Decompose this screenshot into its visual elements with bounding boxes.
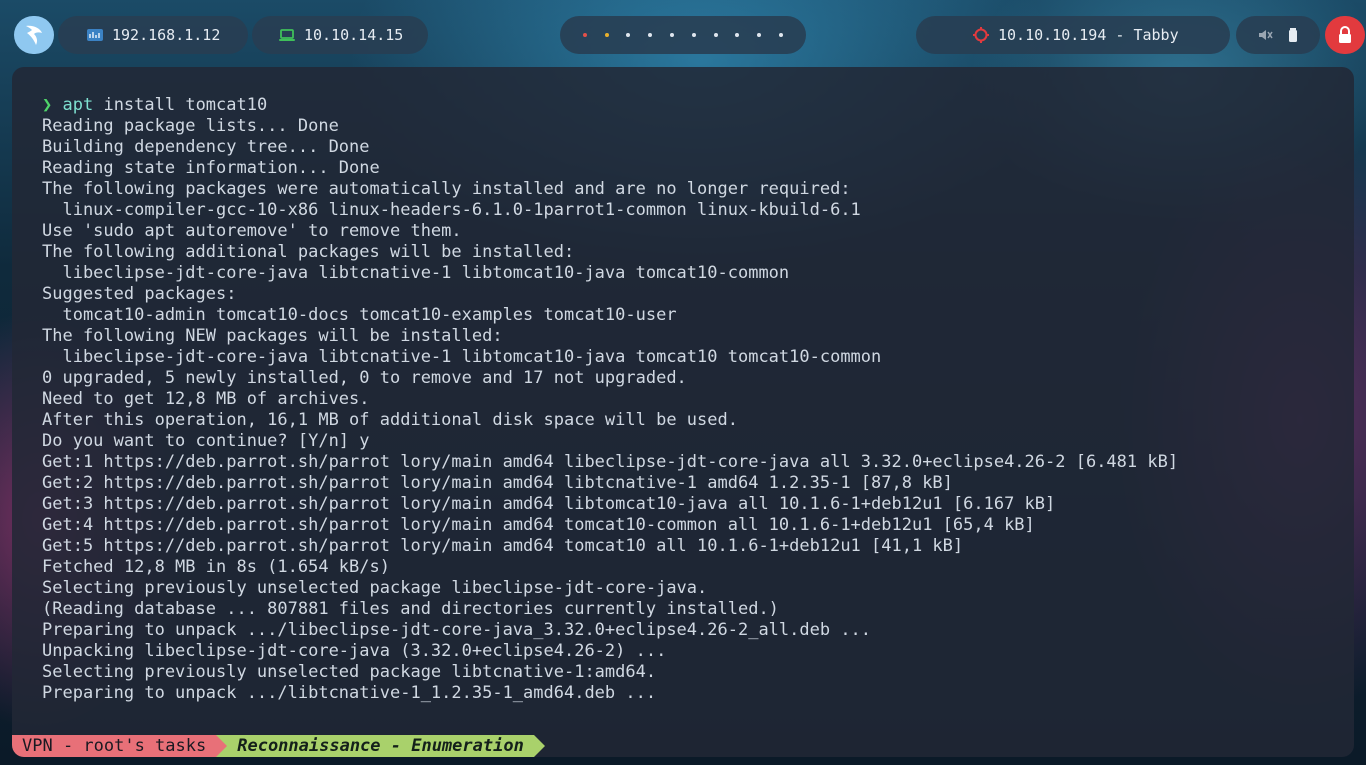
output-line: Selecting previously unselected package … [42,662,657,682]
prompt-line: ❯ apt install tomcat10 [42,95,1344,116]
output-line: Get:2 https://deb.parrot.sh/parrot lory/… [42,473,953,493]
output-line: Reading state information... Done [42,158,380,178]
output-line: linux-compiler-gcc-10-x86 linux-headers-… [42,200,861,220]
window-segment: Reconnaissance - Enumeration [227,735,534,757]
lock-icon [1339,26,1351,43]
output-line: (Reading database ... 807881 files and d… [42,599,779,619]
terminal-window[interactable]: ❯ apt install tomcat10 Reading package l… [12,67,1354,757]
output-line: Unpacking libeclipse-jdt-core-java (3.32… [42,641,667,661]
segment-end-icon [533,735,545,757]
output-line: Reading package lists... Done [42,116,339,136]
output-line: The following NEW packages will be insta… [42,326,503,346]
vpn-ip-widget[interactable]: 192.168.1.12 [58,16,248,54]
workspace-switcher[interactable] [560,16,806,54]
tmux-status-line: VPN - root's tasks Reconnaissance - Enum… [12,735,545,757]
output-line: Get:4 https://deb.parrot.sh/parrot lory/… [42,515,1035,535]
workspace-dot-9[interactable] [757,33,762,37]
output-line: Preparing to unpack .../libtcnative-1_1.… [42,683,657,703]
laptop-icon [279,29,295,41]
output-line: Fetched 12,8 MB in 8s (1.654 kB/s) [42,557,390,577]
workspace-dot-10[interactable] [779,33,784,37]
tun-ip-text: 10.10.14.15 [304,26,404,44]
workspace-dot-6[interactable] [691,33,696,37]
network-icon [87,29,103,41]
prompt-arrow-icon: ❯ [42,95,53,115]
tun-ip-widget[interactable]: 10.10.14.15 [252,16,428,54]
command-name: apt [62,95,94,115]
output-line: 0 upgraded, 5 newly installed, 0 to remo… [42,368,687,388]
battery-icon[interactable] [1287,27,1299,43]
target-widget[interactable]: 10.10.10.194 - Tabby [916,16,1230,54]
output-line: Do you want to continue? [Y/n] y [42,431,370,451]
command-args: install tomcat10 [93,95,268,115]
tray-widget[interactable] [1236,16,1320,54]
vpn-ip-text: 192.168.1.12 [112,26,221,44]
parrot-logo-icon [26,25,42,45]
output-line: Suggested packages: [42,284,237,304]
target-icon [973,27,989,43]
output-line: tomcat10-admin tomcat10-docs tomcat10-ex… [42,305,677,325]
output-line: Get:1 https://deb.parrot.sh/parrot lory/… [42,452,1179,472]
output-line: The following packages were automaticall… [42,179,851,199]
workspace-dot-8[interactable] [735,33,740,37]
workspace-dot-3[interactable] [626,33,631,37]
session-segment: VPN - root's tasks [12,735,217,757]
segment-separator-icon [216,735,228,757]
output-line: Building dependency tree... Done [42,137,370,157]
terminal-output: ❯ apt install tomcat10 Reading package l… [42,95,1344,704]
output-line: Selecting previously unselected package … [42,578,708,598]
workspace-dot-5[interactable] [670,33,675,37]
output-line: Use 'sudo apt autoremove' to remove them… [42,221,462,241]
output-line: After this operation, 16,1 MB of additio… [42,410,738,430]
output-lines: Reading package lists... Done Building de… [42,116,1344,704]
output-line: Preparing to unpack .../libeclipse-jdt-c… [42,620,872,640]
workspace-dot-1[interactable] [582,33,587,37]
output-line: The following additional packages will b… [42,242,575,262]
workspace-dot-7[interactable] [713,33,718,37]
top-bar: 192.168.1.12 10.10.14.15 10.10.10.194 - … [0,0,1366,68]
workspace-dot-4[interactable] [648,33,653,37]
target-text: 10.10.10.194 - Tabby [998,26,1179,44]
lock-screen-button[interactable] [1325,16,1365,54]
parrot-launcher-button[interactable] [14,16,54,54]
speaker-muted-icon[interactable] [1257,27,1273,43]
output-line: Get:3 https://deb.parrot.sh/parrot lory/… [42,494,1056,514]
workspace-dot-2[interactable] [604,33,609,37]
output-line: libeclipse-jdt-core-java libtcnative-1 l… [42,347,882,367]
output-line: libeclipse-jdt-core-java libtcnative-1 l… [42,263,790,283]
output-line: Get:5 https://deb.parrot.sh/parrot lory/… [42,536,964,556]
output-line: Need to get 12,8 MB of archives. [42,389,370,409]
